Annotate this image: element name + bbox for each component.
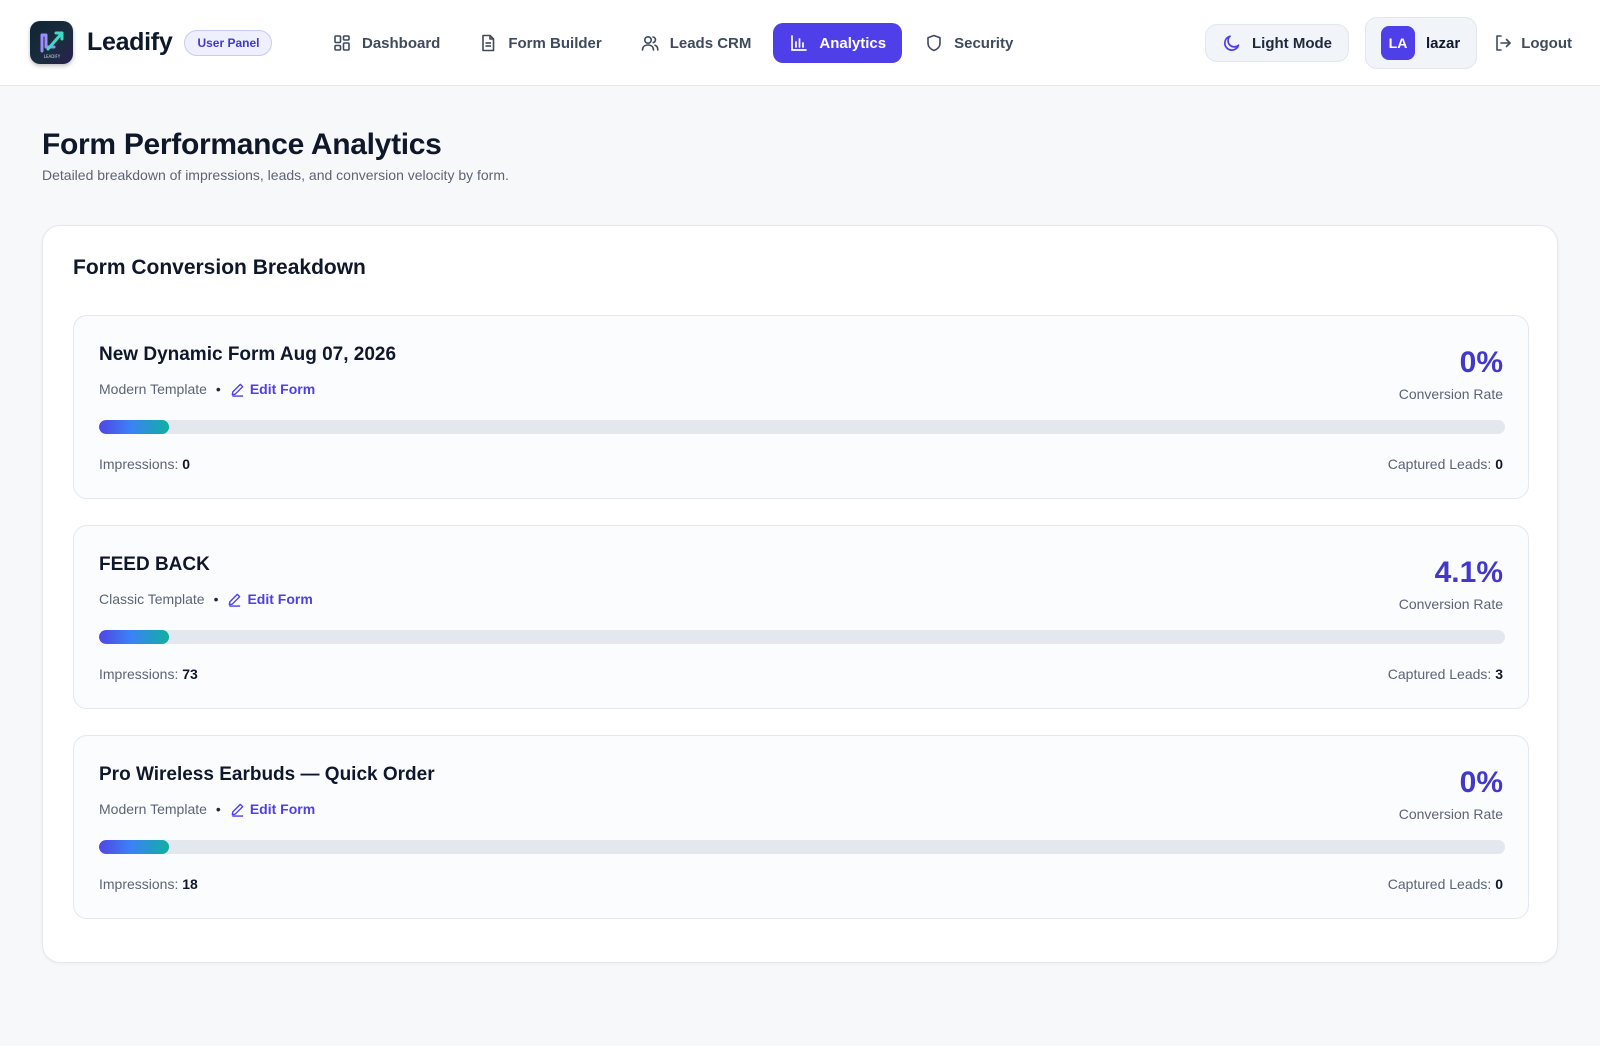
- moon-icon: [1224, 35, 1240, 51]
- captured-leads-label: Captured Leads:: [1387, 456, 1492, 472]
- leadify-logo-icon[interactable]: LEADIFY: [30, 21, 73, 64]
- impressions-stat: Impressions: 0: [99, 456, 190, 472]
- shield-icon: [927, 34, 941, 52]
- nav-item-leads-crm[interactable]: Leads CRM: [624, 23, 768, 63]
- conversion-rate-label: Conversion Rate: [1398, 806, 1503, 822]
- user-menu[interactable]: LA lazar: [1364, 17, 1478, 69]
- brand[interactable]: LEADIFY Leadify User Panel: [30, 21, 273, 64]
- page-subtitle: Detailed breakdown of impressions, leads…: [42, 167, 509, 183]
- edit-form-link[interactable]: Edit Form: [230, 801, 315, 817]
- top-navigation-bar: LEADIFY Leadify User Panel Dashboard For…: [0, 0, 1600, 86]
- impressions-label: Impressions:: [99, 456, 179, 472]
- nav-label-leads-crm: Leads CRM: [669, 34, 752, 52]
- theme-toggle-label: Light Mode: [1252, 34, 1332, 52]
- conversion-progress-bar: [99, 630, 1505, 644]
- captured-leads-value: 0: [1495, 456, 1503, 472]
- bar-chart-icon: [791, 35, 808, 51]
- form-meta: Modern Template • Edit Form: [99, 801, 315, 817]
- impressions-stat: Impressions: 73: [99, 666, 198, 682]
- form-template: Modern Template: [99, 381, 207, 397]
- form-name: Pro Wireless Earbuds — Quick Order: [99, 764, 435, 785]
- form-meta: Modern Template • Edit Form: [99, 381, 315, 397]
- form-template: Modern Template: [99, 801, 207, 817]
- impressions-value: 18: [182, 876, 198, 892]
- main-nav: Dashboard Form Builder Leads CRM Analyti…: [316, 23, 1035, 63]
- conversion-progress-bar: [99, 420, 1505, 434]
- impressions-label: Impressions:: [99, 876, 179, 892]
- captured-leads-value: 0: [1495, 876, 1503, 892]
- nav-label-form-builder: Form Builder: [508, 34, 602, 52]
- pencil-icon: [231, 383, 244, 397]
- impressions-value: 73: [182, 666, 198, 682]
- form-conversion-card: Form Conversion Breakdown New Dynamic Fo…: [42, 225, 1558, 963]
- nav-item-analytics[interactable]: Analytics: [773, 23, 903, 63]
- captured-leads-stat: Captured Leads: 0: [1388, 456, 1503, 472]
- conversion-rate-label: Conversion Rate: [1398, 596, 1503, 612]
- captured-leads-label: Captured Leads:: [1387, 666, 1492, 682]
- pencil-icon: [231, 803, 244, 817]
- progress-fill: [99, 840, 170, 854]
- edit-form-label: Edit Form: [249, 381, 316, 397]
- form-name: FEED BACK: [99, 554, 210, 575]
- form-meta: Classic Template • Edit Form: [99, 591, 313, 607]
- captured-leads-value: 3: [1495, 666, 1503, 682]
- logout-label: Logout: [1521, 34, 1572, 52]
- logo-wordmark: LEADIFY: [43, 54, 60, 59]
- separator-dot: •: [213, 591, 219, 607]
- separator-dot: •: [215, 381, 221, 397]
- progress-fill: [99, 630, 170, 644]
- pencil-icon: [229, 593, 241, 607]
- nav-label-security: Security: [954, 34, 1014, 52]
- form-template: Classic Template: [99, 591, 205, 607]
- edit-form-label: Edit Form: [247, 591, 313, 607]
- conversion-progress-bar: [99, 840, 1505, 854]
- conversion-rate-value: 4.1%: [1434, 556, 1503, 589]
- conversion-rate-value: 0%: [1459, 766, 1503, 799]
- nav-item-dashboard[interactable]: Dashboard: [316, 23, 456, 63]
- form-row: Pro Wireless Earbuds — Quick Order Moder…: [73, 735, 1529, 919]
- nav-item-form-builder[interactable]: Form Builder: [462, 23, 617, 63]
- progress-fill: [99, 420, 170, 434]
- logout-icon: [1496, 35, 1511, 51]
- user-panel-badge: User Panel: [184, 29, 273, 56]
- grid-icon: [334, 35, 350, 51]
- users-icon: [641, 35, 659, 51]
- impressions-stat: Impressions: 18: [99, 876, 198, 892]
- conversion-rate-label: Conversion Rate: [1398, 386, 1503, 402]
- logout-button[interactable]: Logout: [1493, 33, 1572, 53]
- brand-name[interactable]: Leadify: [87, 28, 173, 57]
- impressions-label: Impressions:: [99, 666, 179, 682]
- form-row: New Dynamic Form Aug 07, 2026 Modern Tem…: [73, 315, 1529, 499]
- username: lazar: [1425, 34, 1461, 52]
- captured-leads-label: Captured Leads:: [1387, 876, 1492, 892]
- edit-form-link[interactable]: Edit Form: [230, 381, 315, 397]
- nav-label-analytics: Analytics: [819, 34, 887, 52]
- theme-toggle-button[interactable]: Light Mode: [1205, 24, 1349, 62]
- form-row: FEED BACK Classic Template • Edit Form 4…: [73, 525, 1529, 709]
- conversion-rate-value: 0%: [1459, 346, 1503, 379]
- edit-form-link[interactable]: Edit Form: [227, 591, 313, 607]
- page-title: Form Performance Analytics: [42, 128, 442, 161]
- avatar: LA: [1380, 26, 1415, 60]
- document-icon: [482, 34, 495, 52]
- edit-form-label: Edit Form: [249, 801, 316, 817]
- section-title: Form Conversion Breakdown: [73, 256, 366, 279]
- impressions-value: 0: [182, 456, 191, 472]
- nav-item-security[interactable]: Security: [908, 23, 1029, 63]
- separator-dot: •: [215, 801, 221, 817]
- nav-label-dashboard: Dashboard: [362, 34, 441, 52]
- captured-leads-stat: Captured Leads: 0: [1388, 876, 1503, 892]
- form-name: New Dynamic Form Aug 07, 2026: [99, 344, 397, 365]
- right-tools: Light Mode LA lazar Logout: [1205, 17, 1572, 69]
- captured-leads-stat: Captured Leads: 3: [1388, 666, 1503, 682]
